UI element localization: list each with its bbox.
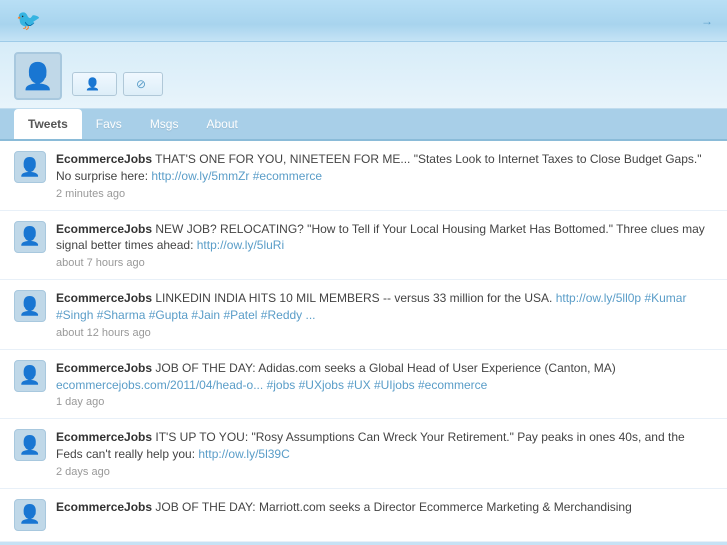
tweet-item: 👤 EcommerceJobs IT'S UP TO YOU: "Rosy As…: [0, 419, 727, 489]
tweet-time: 2 minutes ago: [56, 188, 713, 200]
tweet-time: about 12 hours ago: [56, 327, 713, 339]
tab-msgs[interactable]: Msgs: [136, 109, 193, 139]
tweet-avatar: 👤: [14, 429, 46, 461]
tweet-time: 1 day ago: [56, 396, 713, 408]
home-link[interactable]: [701, 14, 715, 28]
tweet-avatar-icon: 👤: [19, 504, 41, 525]
block-button[interactable]: ⊘: [123, 72, 163, 96]
tweet-username: EcommerceJobs: [56, 430, 152, 444]
tweet-link[interactable]: http://ow.ly/5mmZr: [151, 169, 249, 183]
tweet-item: 👤 EcommerceJobs JOB OF THE DAY: Adidas.c…: [0, 350, 727, 420]
tweet-item: 👤 EcommerceJobs JOB OF THE DAY: Marriott…: [0, 489, 727, 542]
tweet-item: 👤 EcommerceJobs NEW JOB? RELOCATING? "Ho…: [0, 211, 727, 281]
tweet-time: 2 days ago: [56, 466, 713, 478]
tweet-avatar: 👤: [14, 360, 46, 392]
tweet-suffix: #ecommerce: [253, 169, 322, 183]
avatar-icon: 👤: [22, 61, 54, 92]
tweet-content: EcommerceJobs JOB OF THE DAY: Adidas.com…: [56, 360, 713, 409]
tweet-content: EcommerceJobs NEW JOB? RELOCATING? "How …: [56, 221, 713, 270]
tweet-content: EcommerceJobs LINKEDIN INDIA HITS 10 MIL…: [56, 290, 713, 339]
tweet-text: EcommerceJobs LINKEDIN INDIA HITS 10 MIL…: [56, 290, 713, 324]
bird-icon: 🐦: [16, 8, 41, 33]
follow-button[interactable]: 👤: [72, 72, 117, 96]
tab-tweets[interactable]: Tweets: [14, 109, 82, 139]
tweet-username: EcommerceJobs: [56, 361, 152, 375]
tweet-link[interactable]: http://ow.ly/5ll0p: [556, 291, 641, 305]
tweet-text: EcommerceJobs JOB OF THE DAY: Adidas.com…: [56, 360, 713, 394]
tweet-text: EcommerceJobs THAT'S ONE FOR YOU, NINETE…: [56, 151, 713, 185]
tweet-link[interactable]: ecommercejobs.com/2011/04/head-o...: [56, 378, 263, 392]
tweet-avatar: 👤: [14, 221, 46, 253]
tweet-avatar: 👤: [14, 290, 46, 322]
tweet-avatar-icon: 👤: [19, 365, 41, 386]
tweet-link[interactable]: http://ow.ly/5l39C: [198, 447, 289, 461]
profile-stats: [72, 54, 713, 66]
tweet-avatar-icon: 👤: [19, 157, 41, 178]
tweet-username: EcommerceJobs: [56, 222, 152, 236]
tab-favs[interactable]: Favs: [82, 109, 136, 139]
tweet-content: EcommerceJobs IT'S UP TO YOU: "Rosy Assu…: [56, 429, 713, 478]
tab-about[interactable]: About: [192, 109, 251, 139]
tweet-text: EcommerceJobs IT'S UP TO YOU: "Rosy Assu…: [56, 429, 713, 463]
tweet-text: EcommerceJobs JOB OF THE DAY: Marriott.c…: [56, 499, 713, 516]
profile-area: 👤 👤 ⊘: [0, 42, 727, 109]
avatar: 👤: [14, 52, 62, 100]
tweet-link[interactable]: http://ow.ly/5luRi: [197, 238, 284, 252]
tweet-avatar-icon: 👤: [19, 296, 41, 317]
tweet-text: EcommerceJobs NEW JOB? RELOCATING? "How …: [56, 221, 713, 255]
tabs-bar: Tweets Favs Msgs About: [0, 109, 727, 141]
tweet-username: EcommerceJobs: [56, 291, 152, 305]
twitter-logo: 🐦: [12, 8, 41, 33]
tweet-avatar-icon: 👤: [19, 226, 41, 247]
tweet-username: EcommerceJobs: [56, 152, 152, 166]
tweet-time: about 7 hours ago: [56, 257, 713, 269]
tweet-avatar-icon: 👤: [19, 435, 41, 456]
block-icon: ⊘: [136, 77, 146, 91]
tweet-suffix: #jobs #UXjobs #UX #UIjobs #ecommerce: [267, 378, 488, 392]
header: 🐦: [0, 0, 727, 42]
profile-buttons: 👤 ⊘: [72, 72, 713, 96]
tweets-container: 👤 EcommerceJobs THAT'S ONE FOR YOU, NINE…: [0, 141, 727, 542]
tweet-item: 👤 EcommerceJobs THAT'S ONE FOR YOU, NINE…: [0, 141, 727, 211]
tweet-item: 👤 EcommerceJobs LINKEDIN INDIA HITS 10 M…: [0, 280, 727, 350]
tweet-content: EcommerceJobs JOB OF THE DAY: Marriott.c…: [56, 499, 713, 516]
follow-icon: 👤: [85, 77, 100, 91]
profile-info: 👤 ⊘: [72, 52, 713, 96]
tweet-avatar: 👤: [14, 151, 46, 183]
tweet-avatar: 👤: [14, 499, 46, 531]
tweet-username: EcommerceJobs: [56, 500, 152, 514]
tweet-content: EcommerceJobs THAT'S ONE FOR YOU, NINETE…: [56, 151, 713, 200]
